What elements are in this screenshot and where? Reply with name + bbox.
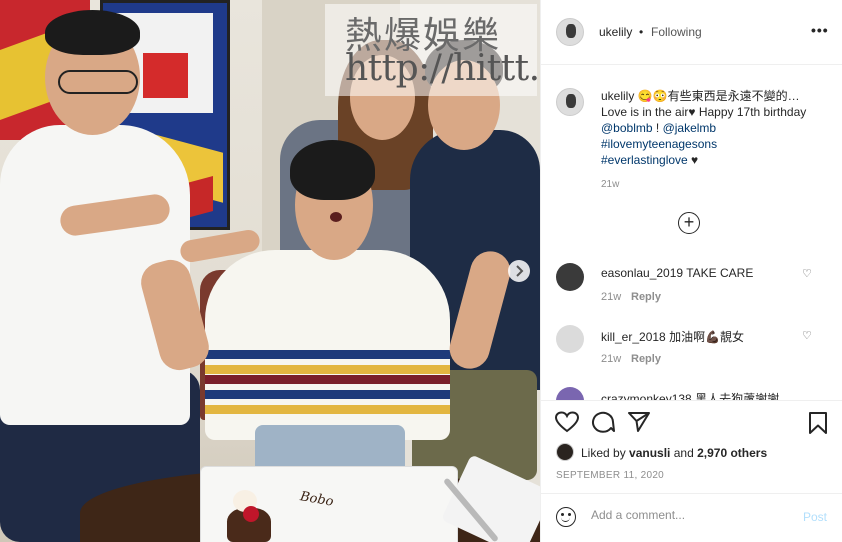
chevron-right-icon: [516, 265, 524, 277]
comment-timestamp[interactable]: 21w: [601, 353, 621, 365]
caption-avatar[interactable]: [556, 88, 584, 116]
post-photo[interactable]: Bobo 熱爆娛樂 http://hittt.blogspot.com: [0, 0, 540, 542]
plus-circle-icon[interactable]: +: [678, 212, 700, 234]
comment-avatar[interactable]: [556, 263, 584, 291]
following-button[interactable]: Following: [651, 25, 702, 39]
person-left-hair: [45, 10, 140, 55]
caption-text-2: !: [652, 121, 663, 135]
action-bar: [541, 400, 842, 445]
mention-link[interactable]: @boblmb: [601, 121, 653, 135]
comment-avatar[interactable]: [556, 325, 584, 353]
likes-prefix: Liked by: [581, 446, 630, 460]
post-button[interactable]: Post: [803, 510, 827, 524]
comment-input[interactable]: [591, 508, 791, 522]
reply-button[interactable]: Reply: [631, 353, 661, 365]
caption-heart: ♥: [687, 153, 699, 167]
comment-username[interactable]: easonlau_2019: [601, 266, 683, 280]
liker-avatar[interactable]: [556, 443, 574, 461]
caption-text-1: Love is in the air♥ Happy 17th birthday: [601, 105, 807, 119]
send-icon[interactable]: [627, 411, 651, 433]
cake: [215, 488, 275, 542]
comment-username[interactable]: kill_er_2018: [601, 330, 666, 344]
person-center-shirt: [205, 250, 450, 440]
post-date[interactable]: SEPTEMBER 11, 2020: [556, 470, 664, 481]
bookmark-icon[interactable]: [808, 411, 828, 435]
caption-username[interactable]: ukelily: [601, 89, 634, 103]
liker-username[interactable]: vanusli: [629, 446, 670, 460]
comment-username[interactable]: crazymonkey138: [601, 392, 692, 400]
next-photo-button[interactable]: [508, 260, 530, 282]
avatar[interactable]: [556, 18, 584, 46]
likes-middle: and: [670, 446, 698, 460]
person-center-hair: [290, 140, 375, 200]
comment-item: easonlau_2019 TAKE CARE 21w Reply ♡: [541, 263, 842, 323]
ellipsis-icon[interactable]: •••: [811, 22, 829, 38]
comment-line: kill_er_2018 加油啊💪🏿靚女: [601, 328, 744, 345]
comment-item: kill_er_2018 加油啊💪🏿靚女 21w Reply ♡: [541, 325, 842, 385]
mention-link[interactable]: @jakelmb: [663, 121, 717, 135]
likes-count[interactable]: 2,970 others: [697, 446, 767, 460]
post-details-panel: ukelily • Following ••• ukelily 😋😳有些東西是永…: [540, 0, 842, 542]
likes-text: Liked by vanusli and 2,970 others: [581, 446, 767, 460]
caption-timestamp[interactable]: 21w: [601, 179, 619, 190]
heart-icon[interactable]: ♡: [802, 267, 812, 280]
mouth: [330, 212, 342, 222]
header-username[interactable]: ukelily: [599, 25, 632, 39]
comment-avatar[interactable]: [556, 387, 584, 400]
glasses: [58, 70, 138, 94]
comment-text: 加油啊💪🏿靚女: [669, 330, 745, 344]
reply-button[interactable]: Reply: [631, 291, 661, 303]
heart-icon[interactable]: [555, 411, 579, 433]
comment-bar: Post: [541, 493, 842, 542]
separator-dot: •: [639, 25, 644, 39]
comment-icon[interactable]: [591, 411, 615, 433]
watermark-url: http://hittt.blogspot.com: [345, 48, 540, 89]
comment-text: TAKE CARE: [686, 266, 754, 280]
comment-text: 黑人去狗蘆謝謝: [695, 392, 780, 400]
heart-icon[interactable]: ♡: [802, 329, 812, 342]
smiley-icon[interactable]: [556, 507, 576, 527]
comment-line: easonlau_2019 TAKE CARE: [601, 266, 753, 280]
hashtag-link[interactable]: #ilovemyteenagesons: [601, 137, 717, 151]
comment-line: crazymonkey138 黑人去狗蘆謝謝: [601, 390, 779, 400]
post-header: ukelily • Following •••: [541, 0, 842, 65]
hashtag-link[interactable]: #everlastinglove: [601, 153, 688, 167]
comment-timestamp[interactable]: 21w: [601, 291, 621, 303]
comment-item: crazymonkey138 黑人去狗蘆謝謝: [541, 387, 842, 400]
caption-emoji-line: 😋😳有些東西是永遠不變的…: [637, 89, 800, 103]
post-caption: ukelily 😋😳有些東西是永遠不變的… Love is in the air…: [601, 88, 826, 168]
